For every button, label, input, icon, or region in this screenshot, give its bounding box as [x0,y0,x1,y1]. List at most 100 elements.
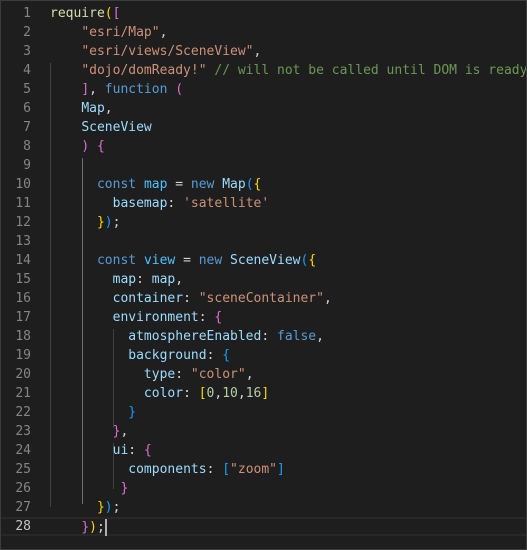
code-token: , [245,367,254,382]
code-text: ], function ( [50,80,183,99]
code-line[interactable]: 2 "esri/Map", [1,23,526,42]
code-text: environment: { [50,308,223,327]
code-line[interactable]: 12 }); [1,213,526,232]
code-token: background [128,348,207,363]
code-token: { [253,177,262,192]
code-line[interactable]: 28 }); [1,517,526,536]
code-text: } [50,479,128,498]
code-token: ; [112,500,121,515]
code-token: ; [112,215,121,230]
code-text: atmosphereEnabled: false, [50,327,324,346]
code-line[interactable]: 5 ], function ( [1,80,526,99]
code-line[interactable]: 19 background: { [1,346,526,365]
line-number: 5 [23,82,31,97]
code-token: Map [222,177,246,192]
line-number: 11 [15,196,31,211]
code-line[interactable]: 8 ) { [1,137,526,156]
code-text: color: [0,10,16] [50,384,269,403]
code-line[interactable]: 10 const map = new Map({ [1,175,526,194]
code-line[interactable]: 22 } [1,403,526,422]
code-line[interactable]: 15 map: map, [1,270,526,289]
code-line[interactable]: 20 type: "color", [1,365,526,384]
code-token: , [253,44,262,59]
code-text: container: "sceneContainer", [50,289,332,308]
code-token: components [128,462,207,477]
code-text: Map, [50,99,113,118]
code-token: basemap [112,196,168,211]
code-line[interactable]: 3 "esri/views/SceneView", [1,42,526,61]
code-line[interactable]: 4 "dojo/domReady!" // will not be called… [1,61,526,80]
line-number: 28 [15,519,31,534]
code-token: "color" [190,367,246,382]
code-token: } [96,500,105,515]
code-line[interactable]: 11 basemap: 'satellite' [1,194,526,213]
line-number: 4 [23,63,31,78]
code-token: const [96,177,137,192]
code-token: ( [104,6,113,21]
code-text: require([ [50,4,120,23]
line-number: 26 [15,481,31,496]
code-token: : [136,272,152,287]
code-token: , [89,82,105,97]
code-line[interactable]: 6 Map, [1,99,526,118]
code-token: } [81,520,90,535]
code-line[interactable]: 7 SceneView [1,118,526,137]
code-token: ; [96,520,105,535]
code-token: map [112,272,137,287]
code-line[interactable]: 25 components: ["zoom"] [1,460,526,479]
code-line[interactable]: 23 }, [1,422,526,441]
code-token: require [50,6,105,21]
code-token: environment [112,310,199,325]
code-editor[interactable]: 1 require([2 "esri/Map", 3 "esri/views/Sce… [0,0,527,550]
code-token: : [261,329,277,344]
code-line[interactable]: 17 environment: { [1,308,526,327]
code-token: , [323,291,332,306]
code-line[interactable]: 9 [1,156,526,175]
code-line[interactable]: 14 const view = new SceneView({ [1,251,526,270]
code-line[interactable]: 13 [1,232,526,251]
line-number: 15 [15,272,31,287]
line-number: 8 [23,139,31,154]
code-token: 16 [245,386,262,401]
code-token: map [143,177,168,192]
line-number: 7 [23,120,31,135]
code-line[interactable]: 16 container: "sceneContainer", [1,289,526,308]
line-number: 10 [15,177,31,192]
code-token: , [104,101,113,116]
code-line[interactable]: 21 color: [0,10,16] [1,384,526,403]
line-number: 21 [15,386,31,401]
line-number: 9 [23,158,31,173]
code-token: SceneView [81,120,152,135]
code-line[interactable]: 18 atmosphereEnabled: false, [1,327,526,346]
code-token: ( [175,82,184,97]
code-token: new [190,177,215,192]
code-token: function [104,82,168,97]
code-line[interactable]: 24 ui: { [1,441,526,460]
code-token: 10 [222,386,238,401]
code-line[interactable]: 1 require([ [1,4,526,23]
code-token: "zoom" [230,462,278,477]
code-text: type: "color", [50,365,254,384]
code-line[interactable]: 27 }); [1,498,526,517]
code-token: 'satellite' [183,196,270,211]
code-token: [ [222,462,231,477]
code-text: } [50,403,136,422]
code-line[interactable]: 26 } [1,479,526,498]
